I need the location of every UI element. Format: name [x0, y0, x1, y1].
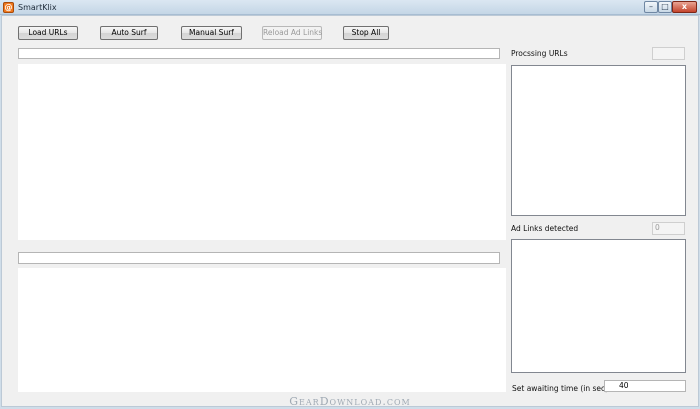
awaiting-time-value: 40: [619, 381, 629, 390]
awaiting-time-label: Set awaiting time (in sec): [512, 384, 609, 393]
ad-links-label: Ad Links detected: [511, 224, 579, 233]
processing-urls-count-value: [653, 48, 655, 57]
load-urls-button[interactable]: Load URLs: [18, 26, 78, 40]
upper-url-bar[interactable]: [18, 48, 500, 59]
reload-ad-links-button[interactable]: Reload Ad Links: [262, 26, 322, 40]
ad-links-count-value: 0: [655, 223, 660, 232]
auto-surf-button[interactable]: Auto Surf: [100, 26, 158, 40]
maximize-button[interactable]: □: [658, 1, 672, 13]
processing-urls-label: Procssing URLs: [511, 49, 568, 58]
awaiting-time-input[interactable]: 40: [604, 380, 686, 392]
smartklix-app-icon: @: [3, 2, 14, 13]
watermark: GearDownload.com: [289, 395, 411, 408]
ad-links-list[interactable]: [511, 239, 686, 373]
processing-urls-list[interactable]: [511, 65, 686, 216]
stop-all-button[interactable]: Stop All: [343, 26, 389, 40]
minimize-button[interactable]: –: [644, 1, 658, 13]
window-title: SmartKlix: [18, 3, 57, 12]
lower-browser-pane[interactable]: [18, 268, 506, 392]
lower-url-bar[interactable]: [18, 252, 500, 264]
title-bar[interactable]: [0, 0, 700, 15]
upper-browser-pane[interactable]: [18, 64, 506, 240]
processing-urls-count: [652, 47, 685, 60]
close-button[interactable]: x: [672, 1, 697, 13]
ad-links-count: 0: [652, 222, 685, 235]
manual-surf-button[interactable]: Manual Surf: [181, 26, 242, 40]
